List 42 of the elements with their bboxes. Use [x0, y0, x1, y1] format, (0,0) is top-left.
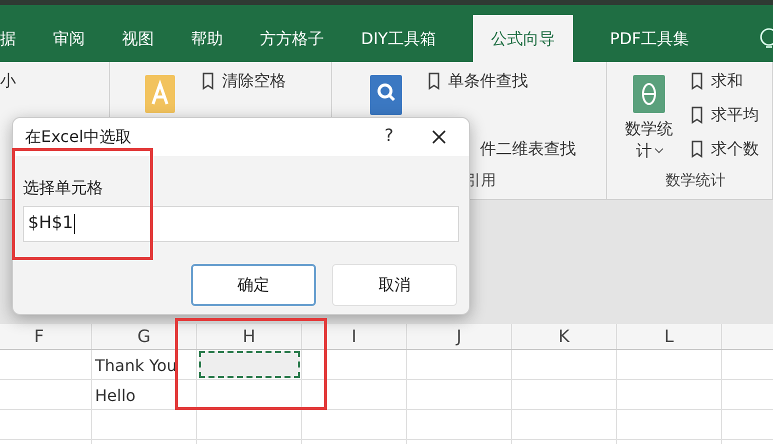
ribbon-command[interactable]: 求平均	[691, 104, 759, 126]
ribbon-command[interactable]: 单条件查找	[428, 70, 576, 92]
close-icon	[432, 130, 446, 144]
ribbon-tab[interactable]: 视图	[122, 15, 154, 62]
ribbon-tab[interactable]: PDF工具集	[610, 15, 689, 62]
math-stats-dropdown[interactable]: 数学统 计	[625, 118, 673, 162]
theta-book-icon	[632, 74, 666, 114]
column-header[interactable]: G	[92, 324, 197, 349]
field-label: 选择单元格	[23, 177, 104, 199]
bookmark-icon	[691, 72, 703, 90]
letter-card-icon	[144, 74, 176, 114]
help-button[interactable]: ?	[369, 124, 409, 150]
bookmark-icon	[428, 72, 440, 90]
ribbon-command[interactable]: 求和	[691, 70, 759, 92]
cell-text: Thank You	[95, 355, 177, 377]
column-header[interactable]: J	[407, 324, 512, 349]
dialog-button[interactable]: 确定	[191, 264, 316, 306]
cell-reference-field[interactable]: $H$1	[23, 206, 459, 242]
column-header[interactable]: K	[512, 324, 617, 349]
bookmark-icon	[691, 140, 703, 158]
dialog-button[interactable]: 取消	[332, 264, 457, 306]
column-header[interactable]: H	[197, 324, 302, 349]
column-header[interactable]: I	[302, 324, 407, 349]
bookmark-icon	[691, 106, 703, 124]
text-cursor	[74, 214, 76, 234]
cell-text: Hello	[95, 385, 136, 407]
ribbon-tab[interactable]: 审阅	[53, 15, 85, 62]
search-book-icon	[369, 74, 403, 116]
ribbon-tab[interactable]: 方方格子	[260, 15, 324, 62]
ribbon-command[interactable]: 件二维表查找	[480, 138, 576, 160]
ribbon-command[interactable]: 小	[0, 70, 16, 92]
ribbon-tab[interactable]: 帮助	[191, 15, 223, 62]
dialog-title: 在Excel中选取	[25, 126, 132, 148]
ribbon-command[interactable]: 清除空格	[202, 70, 286, 92]
ribbon-command[interactable]: 求个数	[691, 138, 759, 160]
column-header[interactable]: L	[617, 324, 722, 349]
ribbon-tab[interactable]: 据	[0, 15, 16, 62]
ribbon-tab[interactable]: 公式向导	[472, 15, 573, 62]
column-header[interactable]: F	[0, 324, 92, 349]
bookmark-icon	[202, 72, 214, 90]
group-label: 数学统计	[664, 170, 726, 190]
ribbon-tab[interactable]: DIY工具箱	[361, 15, 436, 62]
